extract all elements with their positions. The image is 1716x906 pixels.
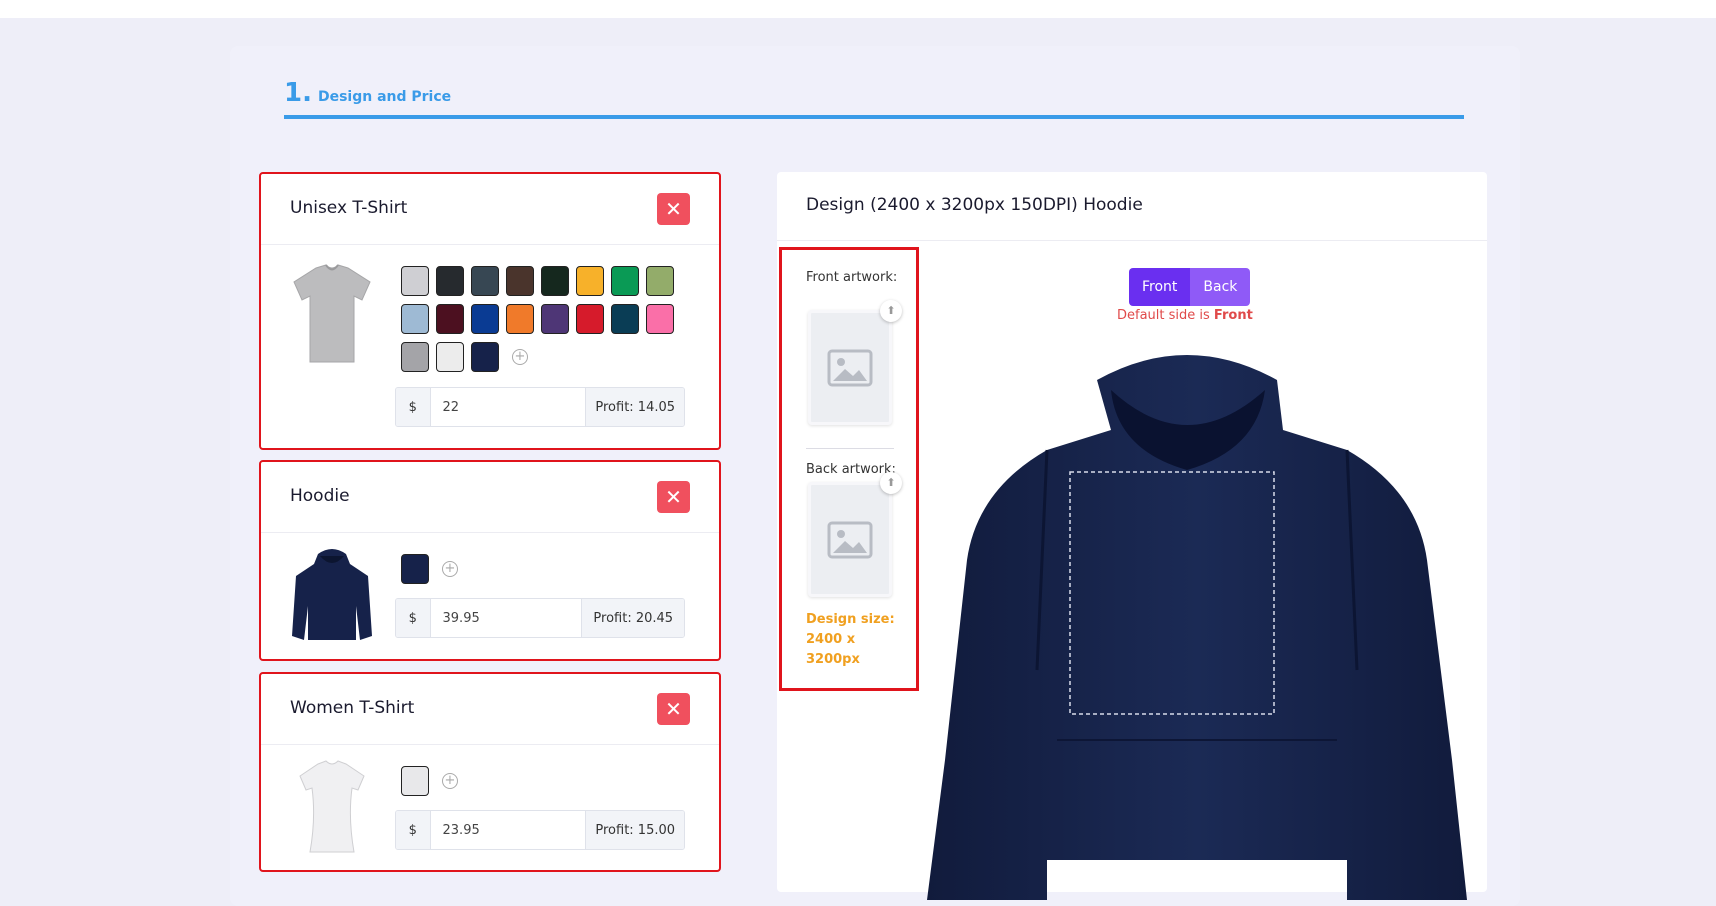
product-card-women-tshirt: Women T-Shirt ✕ + $ 23.95 Profit: 15.00 <box>259 672 721 872</box>
color-swatch[interactable] <box>436 342 464 372</box>
product-title: Women T-Shirt <box>290 698 415 718</box>
price-input-group: $ 22 Profit: 14.05 <box>395 387 685 427</box>
color-swatch[interactable] <box>401 266 429 296</box>
color-swatch[interactable] <box>646 304 674 334</box>
add-color-icon[interactable]: + <box>512 349 528 365</box>
product-card-unisex-tshirt: Unisex T-Shirt ✕ + $ 22 Profit: 14.05 <box>259 172 721 450</box>
color-swatch[interactable] <box>611 304 639 334</box>
color-swatch[interactable] <box>541 266 569 296</box>
default-side-value: Front <box>1213 308 1253 323</box>
step-header: 1. Design and Price <box>284 78 451 108</box>
product-title: Unisex T-Shirt <box>290 198 408 218</box>
color-swatch[interactable] <box>471 266 499 296</box>
front-artwork-label: Front artwork: <box>806 270 898 285</box>
color-swatch[interactable] <box>576 304 604 334</box>
side-toggle: Front Back <box>1129 268 1251 306</box>
artwork-column: Front artwork: ⬆ Back artwork: ⬆ Design … <box>779 247 919 691</box>
color-swatch[interactable] <box>401 342 429 372</box>
product-card-header: Hoodie ✕ <box>261 462 719 533</box>
hoodie-preview[interactable] <box>927 340 1467 900</box>
default-side-text: Default side is <box>1117 308 1214 323</box>
front-side-button[interactable]: Front <box>1129 268 1191 306</box>
default-side-note: Default side is Front <box>1117 308 1253 323</box>
price-input-group: $ 23.95 Profit: 15.00 <box>395 810 685 850</box>
design-size-note: Design size: 2400 x 3200px <box>806 612 895 667</box>
price-input[interactable]: 23.95 <box>430 811 586 849</box>
color-swatch[interactable] <box>506 266 534 296</box>
tshirt-thumbnail <box>293 264 371 363</box>
color-swatch[interactable] <box>611 266 639 296</box>
product-card-header: Women T-Shirt ✕ <box>261 674 719 745</box>
product-card-hoodie: Hoodie ✕ + $ 39.95 Profit: 20.45 <box>259 460 721 661</box>
add-color-icon[interactable]: + <box>442 773 458 789</box>
price-input-group: $ 39.95 Profit: 20.45 <box>395 598 685 638</box>
color-swatch[interactable] <box>506 304 534 334</box>
color-swatch[interactable] <box>401 766 429 796</box>
product-title: Hoodie <box>290 486 350 506</box>
color-swatch[interactable] <box>436 304 464 334</box>
profit-label: Profit: 20.45 <box>581 599 684 637</box>
design-header: Design (2400 x 3200px 150DPI) Hoodie <box>777 172 1487 241</box>
artwork-divider <box>806 448 894 449</box>
tshirt-thumbnail <box>299 760 365 853</box>
design-title: Design (2400 x 3200px 150DPI) Hoodie <box>806 195 1143 215</box>
color-swatch[interactable] <box>471 342 499 372</box>
image-placeholder-icon <box>827 521 873 559</box>
color-swatches: + <box>401 554 691 592</box>
remove-product-button[interactable]: ✕ <box>657 693 690 725</box>
color-swatch[interactable] <box>646 266 674 296</box>
front-artwork-dropzone[interactable] <box>808 310 892 425</box>
product-card-header: Unisex T-Shirt ✕ <box>261 174 719 245</box>
profit-label: Profit: 15.00 <box>585 811 684 849</box>
currency-symbol: $ <box>396 811 431 849</box>
price-input[interactable]: 22 <box>430 388 586 426</box>
design-panel: Design (2400 x 3200px 150DPI) Hoodie Fro… <box>777 172 1487 900</box>
step-number: 1. <box>284 78 312 108</box>
upload-front-icon[interactable]: ⬆ <box>880 300 902 322</box>
color-swatch[interactable] <box>401 304 429 334</box>
color-swatch[interactable] <box>436 266 464 296</box>
currency-symbol: $ <box>396 599 431 637</box>
image-placeholder-icon <box>827 349 873 387</box>
step-underline <box>284 115 1464 119</box>
remove-product-button[interactable]: ✕ <box>657 481 690 513</box>
color-swatches: + <box>401 766 691 804</box>
color-swatches: + <box>401 266 691 380</box>
color-swatch[interactable] <box>471 304 499 334</box>
price-input[interactable]: 39.95 <box>430 599 582 637</box>
hoodie-thumbnail <box>292 549 372 640</box>
currency-symbol: $ <box>396 388 431 426</box>
add-color-icon[interactable]: + <box>442 561 458 577</box>
upload-back-icon[interactable]: ⬆ <box>880 472 902 494</box>
color-swatch[interactable] <box>541 304 569 334</box>
step-label: Design and Price <box>317 89 452 105</box>
back-side-button[interactable]: Back <box>1190 268 1251 306</box>
top-bar <box>0 0 1716 18</box>
color-swatch[interactable] <box>576 266 604 296</box>
color-swatch[interactable] <box>401 554 429 584</box>
back-artwork-dropzone[interactable] <box>808 482 892 597</box>
remove-product-button[interactable]: ✕ <box>657 193 690 225</box>
profit-label: Profit: 14.05 <box>585 388 684 426</box>
